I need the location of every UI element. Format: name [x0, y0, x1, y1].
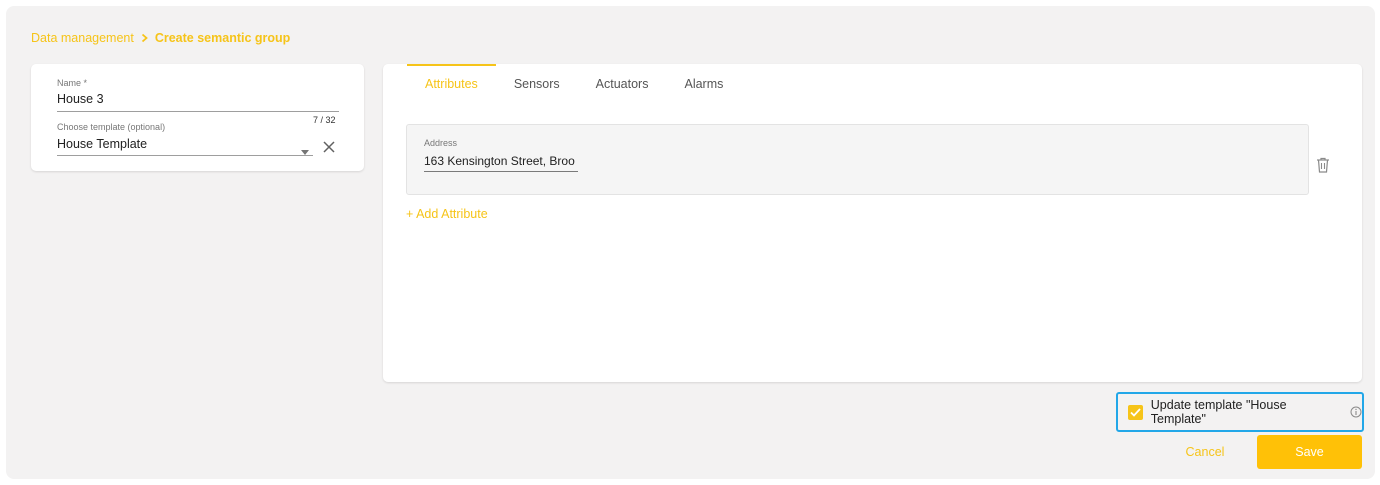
dropdown-arrow-icon[interactable] — [301, 142, 309, 160]
info-icon[interactable] — [1350, 406, 1362, 418]
template-label: Choose template (optional) — [57, 122, 166, 132]
update-template-option[interactable]: Update template "House Template" — [1116, 392, 1364, 432]
attribute-value-input[interactable]: 163 Kensington Street, Broo — [424, 154, 575, 168]
attribute-underline — [424, 171, 578, 172]
tab-attributes[interactable]: Attributes — [407, 64, 496, 102]
attribute-row: Address 163 Kensington Street, Broo — [406, 124, 1309, 195]
name-counter: 7 / 32 — [313, 115, 336, 125]
details-card: Attributes Sensors Actuators Alarms Addr… — [383, 64, 1362, 382]
trash-icon[interactable] — [1315, 156, 1331, 174]
tab-alarms[interactable]: Alarms — [666, 64, 741, 102]
breadcrumb: Data management Create semantic group — [31, 31, 290, 45]
save-button[interactable]: Save — [1257, 435, 1362, 469]
breadcrumb-data-management[interactable]: Data management — [31, 31, 134, 45]
checkmark-icon — [1130, 407, 1141, 417]
template-underline — [57, 155, 313, 156]
tab-actuators[interactable]: Actuators — [578, 64, 667, 102]
attribute-label: Address — [424, 138, 458, 148]
cancel-button[interactable]: Cancel — [1170, 436, 1240, 468]
update-template-label: Update template "House Template" — [1150, 398, 1287, 426]
tab-bar: Attributes Sensors Actuators Alarms — [407, 64, 741, 102]
breadcrumb-current: Create semantic group — [154, 31, 291, 45]
chevron-right-icon — [140, 33, 149, 43]
template-select[interactable]: House Template — [57, 137, 147, 151]
clear-icon[interactable] — [323, 140, 335, 158]
tab-sensors[interactable]: Sensors — [496, 64, 578, 102]
name-underline — [57, 111, 339, 112]
update-template-checkbox[interactable] — [1128, 404, 1143, 420]
add-attribute-button[interactable]: + Add Attribute — [406, 207, 488, 221]
name-input[interactable]: House 3 — [57, 92, 104, 106]
name-label: Name * — [57, 78, 88, 88]
group-details-card: Name * House 3 7 / 32 Choose template (o… — [31, 64, 364, 171]
